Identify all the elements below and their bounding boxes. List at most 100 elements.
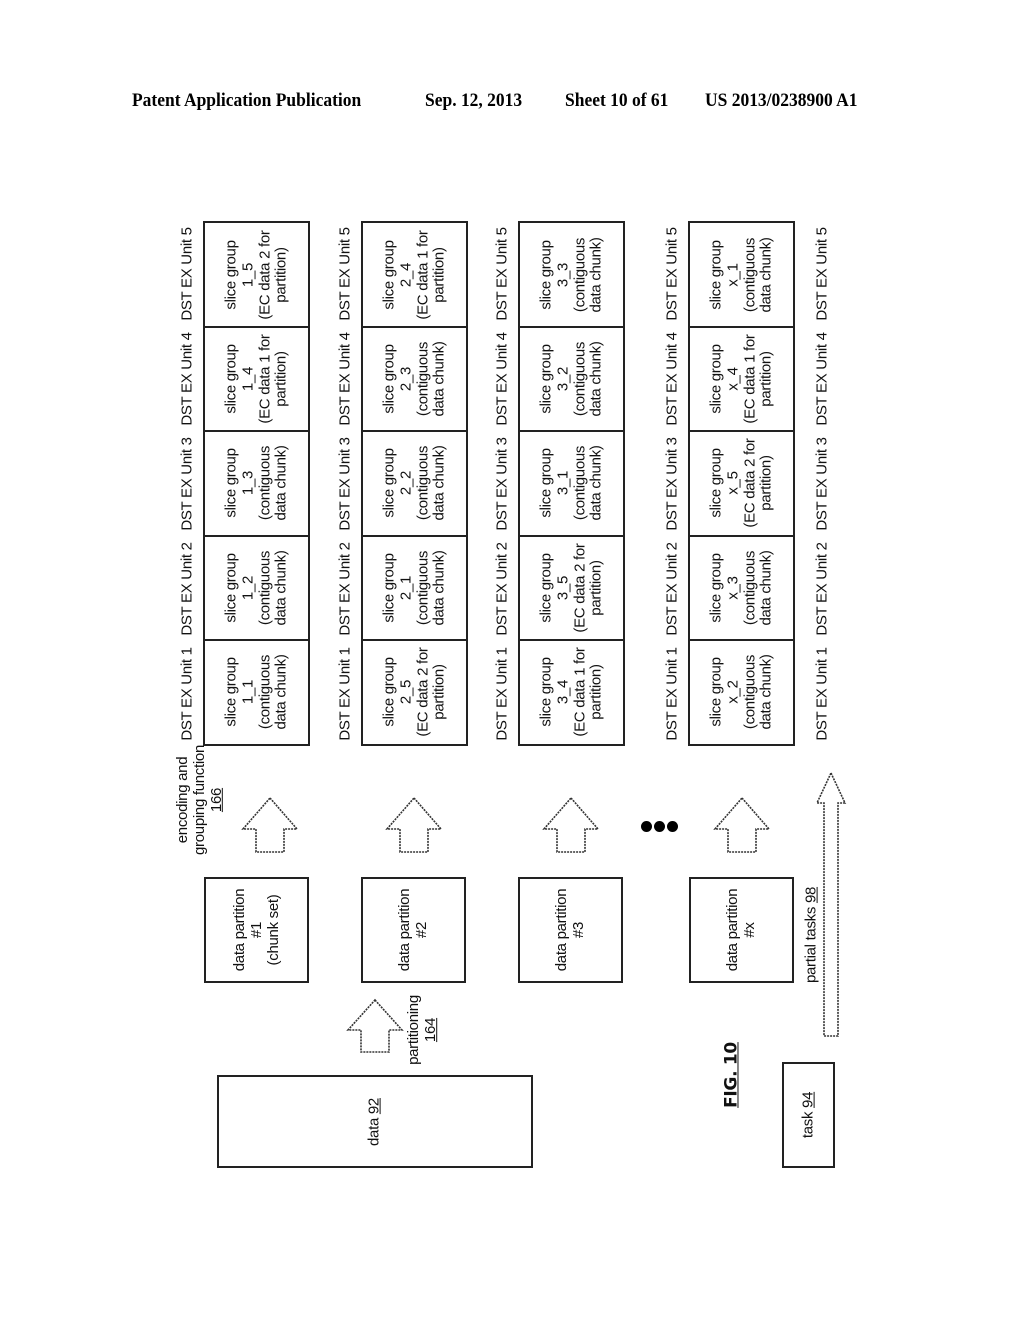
slice-group-cell: slice group 2_4 (EC data 1 for partition): [363, 223, 466, 327]
slice-group-cell: slice group 1_5 (EC data 2 for partition): [205, 223, 308, 327]
slice-desc1: (EC data 2 for: [413, 647, 431, 737]
slice-group-cell: slice group 1_4 (EC data 1 for partition): [205, 327, 308, 431]
cell-divider: [690, 638, 793, 641]
encoding-arrow-3: [542, 796, 600, 853]
slice-desc1: (EC data 1 for: [740, 334, 758, 424]
slice-name: slice group: [379, 344, 397, 414]
slice-desc1: (contiguous: [255, 654, 273, 730]
slice-name: slice group: [221, 240, 239, 310]
cell-divider: [363, 430, 466, 433]
slice-id: x_4: [723, 367, 741, 391]
slice-desc2: data chunk): [430, 550, 448, 626]
slice-id: 2_5: [396, 679, 414, 704]
slice-name: slice group: [379, 657, 397, 727]
partition-line2: #x: [740, 922, 758, 938]
slice-desc1: (contiguous: [570, 237, 588, 313]
unit-label: DST EX Unit 2: [335, 536, 357, 641]
task-text: task: [799, 1111, 817, 1139]
slice-group-cell: slice group 1_1 (contiguous data chunk): [205, 640, 308, 744]
slice-id: 3_4: [553, 679, 571, 704]
cell-divider: [520, 326, 623, 329]
slice-group-table: slice group 1_1 (contiguous data chunk) slic…: [203, 221, 310, 746]
slice-group-cell: slice group x_3 (contiguous data chunk): [690, 536, 793, 640]
cell-divider: [690, 534, 793, 537]
slice-desc1: (EC data 1 for: [413, 230, 431, 320]
partition-line2: #3: [569, 921, 587, 939]
slice-group-cell: slice group x_2 (contiguous data chunk): [690, 640, 793, 744]
unit-label-text: DST EX Unit 3: [336, 436, 354, 531]
slice-desc1: (contiguous: [570, 342, 588, 417]
ellipsis-dot: [667, 821, 678, 832]
cell-divider: [520, 534, 623, 537]
slice-desc2: partition): [430, 664, 448, 720]
slice-desc2: partition): [757, 351, 775, 407]
unit-label-text: DST EX Unit 5: [813, 226, 831, 321]
slice-desc2: data chunk): [757, 237, 775, 313]
unit-label: DST EX Unit 1: [177, 641, 199, 746]
slice-desc2: data chunk): [587, 341, 605, 417]
partition-line1: data partition: [552, 888, 570, 972]
unit-label-text: DST EX Unit 2: [663, 541, 681, 636]
slice-name: slice group: [536, 344, 554, 414]
slice-name: slice group: [379, 553, 397, 623]
unit-label-text: DST EX Unit 3: [813, 436, 831, 531]
unit-label: DST EX Unit 4: [662, 326, 684, 431]
unit-label: DST EX Unit 4: [492, 326, 514, 431]
unit-label-bottom: DST EX Unit 2: [812, 536, 834, 641]
encoding-line-2: grouping function: [190, 745, 208, 855]
slice-group-cell: slice group 2_5 (EC data 2 for partition): [363, 640, 466, 744]
slice-group-cell: slice group x_4 (EC data 1 for partition): [690, 327, 793, 431]
cell-divider: [690, 326, 793, 329]
cell-divider: [205, 534, 308, 537]
slice-desc1: (contiguous: [413, 446, 431, 521]
slice-name: slice group: [706, 344, 724, 414]
data-box: data 92: [217, 1075, 533, 1168]
slice-id: 3_1: [553, 471, 571, 496]
unit-label: DST EX Unit 5: [662, 221, 684, 326]
slice-name: slice group: [536, 448, 554, 519]
slice-id: x_5: [723, 471, 741, 496]
unit-label-text: DST EX Unit 2: [336, 541, 354, 636]
partitioning-arrow: [346, 998, 404, 1053]
slice-group-cell: slice group 3_5 (EC data 2 for partition): [520, 536, 623, 640]
slice-name: slice group: [221, 448, 239, 519]
slice-desc1: (contiguous: [740, 237, 758, 313]
unit-label-text: DST EX Unit 4: [336, 331, 354, 426]
slice-desc1: (contiguous: [570, 446, 588, 521]
partition-line3: (chunk set): [263, 894, 281, 966]
slice-group-cell: slice group 2_2 (contiguous data chunk): [363, 431, 466, 535]
task-ref-number: 94: [799, 1091, 817, 1108]
unit-label: DST EX Unit 4: [177, 326, 199, 431]
slice-id: 3_3: [553, 263, 571, 288]
partition-line1: data partition: [723, 888, 741, 972]
slice-id: 1_1: [238, 679, 256, 704]
encoding-grouping-label: encoding and grouping function 166: [165, 745, 235, 855]
slice-id: 1_2: [238, 575, 256, 600]
unit-label-text: DST EX Unit 4: [813, 331, 831, 426]
cell-divider: [205, 638, 308, 641]
slice-group-cell: slice group 1_2 (contiguous data chunk): [205, 536, 308, 640]
slice-group-cell: slice group 3_2 (contiguous data chunk): [520, 327, 623, 431]
unit-label-bottom: DST EX Unit 3: [812, 431, 834, 536]
encoding-ref-number: 166: [207, 787, 225, 813]
slice-name: slice group: [706, 657, 724, 727]
slice-desc2: data chunk): [272, 550, 290, 626]
unit-label-text: DST EX Unit 4: [178, 331, 196, 426]
unit-label-bottom: DST EX Unit 5: [812, 221, 834, 326]
unit-label-text: DST EX Unit 1: [178, 646, 196, 741]
data-partition-box: data partition #x: [689, 877, 794, 983]
cell-divider: [205, 430, 308, 433]
unit-label: DST EX Unit 2: [492, 536, 514, 641]
figure-label: FIG. 10: [712, 1040, 752, 1110]
slice-group-cell: slice group 2_1 (contiguous data chunk): [363, 536, 466, 640]
unit-label-text: DST EX Unit 5: [663, 226, 681, 321]
slice-desc2: data chunk): [587, 445, 605, 522]
slice-group-cell: slice group 3_1 (contiguous data chunk): [520, 431, 623, 535]
unit-label: DST EX Unit 1: [335, 641, 357, 746]
unit-label-text: DST EX Unit 3: [178, 436, 196, 531]
unit-label-text: DST EX Unit 1: [336, 646, 354, 741]
slice-desc1: (EC data 2 for: [255, 230, 273, 320]
ellipsis-dot: [641, 821, 652, 832]
unit-label: DST EX Unit 5: [177, 221, 199, 326]
slice-desc2: data chunk): [430, 445, 448, 522]
